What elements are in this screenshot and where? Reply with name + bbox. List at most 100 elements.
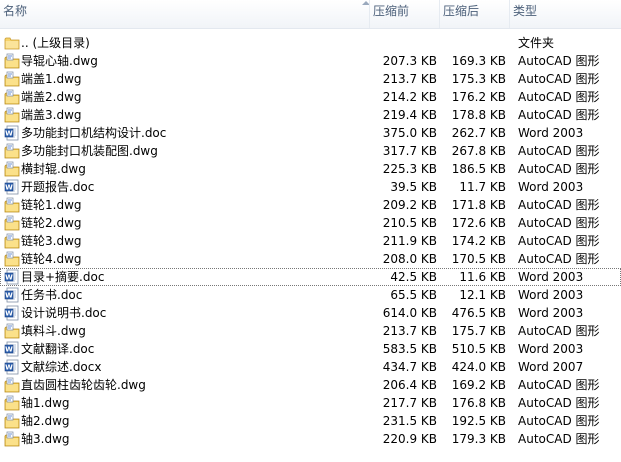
file-type: AutoCAD 图形 xyxy=(518,396,600,410)
file-original-size: 583.5 KB xyxy=(382,342,437,356)
column-name-header[interactable]: 名称 xyxy=(0,0,370,28)
file-row[interactable]: 链轮3.dwg 211.9 KB 174.2 KB AutoCAD 图形 xyxy=(0,232,621,250)
file-row[interactable]: W 目录+摘要.doc 42.5 KB 11.6 KB Word 2003 xyxy=(0,268,621,286)
file-type: Word 2003 xyxy=(518,342,584,356)
svg-text:W: W xyxy=(5,184,13,192)
file-compressed-size: 12.1 KB xyxy=(459,288,506,302)
file-row[interactable]: 多功能封口机装配图.dwg 317.7 KB 267.8 KB AutoCAD 图形 xyxy=(0,142,621,160)
file-original-size: 209.2 KB xyxy=(382,198,437,212)
file-type: AutoCAD 图形 xyxy=(518,144,600,158)
file-name: 端盖3.dwg xyxy=(21,108,82,122)
file-compressed-size: 510.5 KB xyxy=(451,342,506,356)
dwg-file-icon xyxy=(4,53,20,69)
word-file-icon: W xyxy=(4,125,20,141)
file-row[interactable]: .. (上级目录) 文件夹 xyxy=(0,34,621,52)
file-type: AutoCAD 图形 xyxy=(518,162,600,176)
file-compressed-size: 176.8 KB xyxy=(451,396,506,410)
file-original-size: 210.5 KB xyxy=(382,216,437,230)
file-name: 横封辊.dwg xyxy=(21,162,86,176)
file-row[interactable]: W 开题报告.doc 39.5 KB 11.7 KB Word 2003 xyxy=(0,178,621,196)
file-row[interactable]: 轴3.dwg 220.9 KB 179.3 KB AutoCAD 图形 xyxy=(0,430,621,448)
file-row[interactable]: 导辊心轴.dwg 207.3 KB 169.3 KB AutoCAD 图形 xyxy=(0,52,621,70)
file-row[interactable]: W 文献综述.docx 434.7 KB 424.0 KB Word 2007 xyxy=(0,358,621,376)
file-row[interactable]: 横封辊.dwg 225.3 KB 186.5 KB AutoCAD 图形 xyxy=(0,160,621,178)
dwg-file-icon xyxy=(4,431,20,447)
file-name: 链轮4.dwg xyxy=(21,252,82,266)
column-header: 名称 压缩前 压缩后 类型 xyxy=(0,0,621,29)
file-name: 填料斗.dwg xyxy=(21,324,86,338)
file-name: 文献翻译.doc xyxy=(21,342,95,356)
file-type: AutoCAD 图形 xyxy=(518,234,600,248)
file-row[interactable]: 轴2.dwg 231.5 KB 192.5 KB AutoCAD 图形 xyxy=(0,412,621,430)
column-name-label: 名称 xyxy=(3,4,28,18)
file-name: 端盖1.dwg xyxy=(21,72,82,86)
file-name: 文献综述.docx xyxy=(21,360,102,374)
word-file-icon: W xyxy=(4,305,20,321)
svg-text:W: W xyxy=(5,346,13,354)
file-name: 多功能封口机装配图.dwg xyxy=(21,144,158,158)
file-name: 轴1.dwg xyxy=(21,396,70,410)
column-original-header[interactable]: 压缩前 xyxy=(369,0,439,28)
file-type: Word 2003 xyxy=(518,126,584,140)
column-compressed-header[interactable]: 压缩后 xyxy=(439,0,509,28)
dwg-file-icon xyxy=(4,197,20,213)
file-name: 直齿圆柱齿轮齿轮.dwg xyxy=(21,378,146,392)
file-row[interactable]: W 多功能封口机结构设计.doc 375.0 KB 262.7 KB Word 2003 xyxy=(0,124,621,142)
dwg-file-icon xyxy=(4,395,20,411)
file-type: AutoCAD 图形 xyxy=(518,108,600,122)
file-row[interactable]: W 任务书.doc 65.5 KB 12.1 KB Word 2003 xyxy=(0,286,621,304)
file-name: 目录+摘要.doc xyxy=(21,270,105,284)
column-original-label: 压缩前 xyxy=(373,4,410,18)
file-original-size: 220.9 KB xyxy=(382,432,437,446)
file-row[interactable]: 链轮4.dwg 208.0 KB 170.5 KB AutoCAD 图形 xyxy=(0,250,621,268)
file-compressed-size: 424.0 KB xyxy=(451,360,506,374)
file-original-size: 434.7 KB xyxy=(382,360,437,374)
file-row[interactable]: W 文献翻译.doc 583.5 KB 510.5 KB Word 2003 xyxy=(0,340,621,358)
file-original-size: 231.5 KB xyxy=(382,414,437,428)
file-original-size: 214.2 KB xyxy=(382,90,437,104)
file-type: AutoCAD 图形 xyxy=(518,72,600,86)
file-type: AutoCAD 图形 xyxy=(518,378,600,392)
file-row[interactable]: 链轮2.dwg 210.5 KB 172.6 KB AutoCAD 图形 xyxy=(0,214,621,232)
file-name: 设计说明书.doc xyxy=(21,306,107,320)
svg-text:W: W xyxy=(5,130,13,138)
file-row[interactable]: 轴1.dwg 217.7 KB 176.8 KB AutoCAD 图形 xyxy=(0,394,621,412)
file-compressed-size: 192.5 KB xyxy=(451,414,506,428)
file-row[interactable]: 端盖3.dwg 219.4 KB 178.8 KB AutoCAD 图形 xyxy=(0,106,621,124)
file-row[interactable]: 链轮1.dwg 209.2 KB 171.8 KB AutoCAD 图形 xyxy=(0,196,621,214)
file-list: .. (上级目录) 文件夹 导辊心轴.dwg 207.3 KB 169.3 KB Auto… xyxy=(0,34,621,448)
file-name: 任务书.doc xyxy=(21,288,83,302)
dwg-file-icon xyxy=(4,215,20,231)
column-type-header[interactable]: 类型 xyxy=(509,0,621,28)
file-original-size: 219.4 KB xyxy=(382,108,437,122)
file-type: AutoCAD 图形 xyxy=(518,414,600,428)
file-type: Word 2007 xyxy=(518,360,584,374)
word-file-icon: W xyxy=(4,179,20,195)
file-original-size: 207.3 KB xyxy=(382,54,437,68)
word-file-icon: W xyxy=(4,287,20,303)
file-type: AutoCAD 图形 xyxy=(518,432,600,446)
file-row[interactable]: 端盖1.dwg 213.7 KB 175.3 KB AutoCAD 图形 xyxy=(0,70,621,88)
file-type: AutoCAD 图形 xyxy=(518,252,600,266)
word-file-icon: W xyxy=(4,269,20,285)
file-name: 端盖2.dwg xyxy=(21,90,82,104)
file-name: 链轮2.dwg xyxy=(21,216,82,230)
file-name: 开题报告.doc xyxy=(21,180,95,194)
file-type: AutoCAD 图形 xyxy=(518,324,600,338)
column-type-label: 类型 xyxy=(513,4,538,18)
file-row[interactable]: W 设计说明书.doc 614.0 KB 476.5 KB Word 2003 xyxy=(0,304,621,322)
file-row[interactable]: 端盖2.dwg 214.2 KB 176.2 KB AutoCAD 图形 xyxy=(0,88,621,106)
file-row[interactable]: 填料斗.dwg 213.7 KB 175.7 KB AutoCAD 图形 xyxy=(0,322,621,340)
dwg-file-icon xyxy=(4,71,20,87)
file-compressed-size: 169.2 KB xyxy=(451,378,506,392)
svg-text:W: W xyxy=(5,310,13,318)
file-row[interactable]: 直齿圆柱齿轮齿轮.dwg 206.4 KB 169.2 KB AutoCAD 图形 xyxy=(0,376,621,394)
file-name: 多功能封口机结构设计.doc xyxy=(21,126,167,140)
file-compressed-size: 174.2 KB xyxy=(451,234,506,248)
file-compressed-size: 11.7 KB xyxy=(459,180,506,194)
file-type: Word 2003 xyxy=(518,270,584,284)
file-original-size: 217.7 KB xyxy=(382,396,437,410)
file-original-size: 213.7 KB xyxy=(382,72,437,86)
dwg-file-icon xyxy=(4,413,20,429)
file-type: AutoCAD 图形 xyxy=(518,90,600,104)
